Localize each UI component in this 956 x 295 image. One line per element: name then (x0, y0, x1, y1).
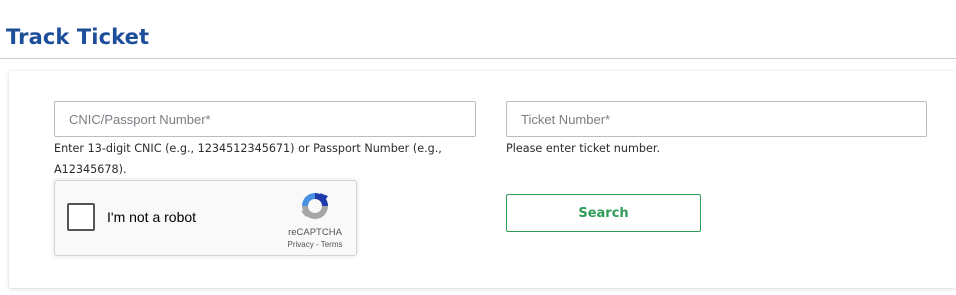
recaptcha-privacy-link[interactable]: Privacy (288, 240, 314, 249)
recaptcha-link-separator: - (313, 240, 321, 249)
page-title: Track Ticket (6, 25, 150, 49)
title-divider (0, 58, 956, 59)
ticket-hint-text: Please enter ticket number. (506, 142, 661, 155)
cnic-passport-input[interactable] (54, 101, 476, 137)
search-button[interactable]: Search (506, 194, 701, 232)
recaptcha-checkbox[interactable] (67, 203, 95, 231)
recaptcha-label: I'm not a robot (107, 209, 197, 225)
ticket-number-input[interactable] (506, 101, 927, 137)
recaptcha-terms-link[interactable]: Terms (321, 240, 343, 249)
cnic-hint-text: Enter 13-digit CNIC (e.g., 1234512345671… (54, 142, 442, 176)
recaptcha-logo-icon (301, 193, 328, 219)
recaptcha-widget: I'm not a robot reCAPTCHA Privacy - Term… (54, 180, 357, 256)
recaptcha-links: Privacy - Terms (275, 240, 355, 249)
recaptcha-brand: reCAPTCHA (288, 227, 342, 238)
